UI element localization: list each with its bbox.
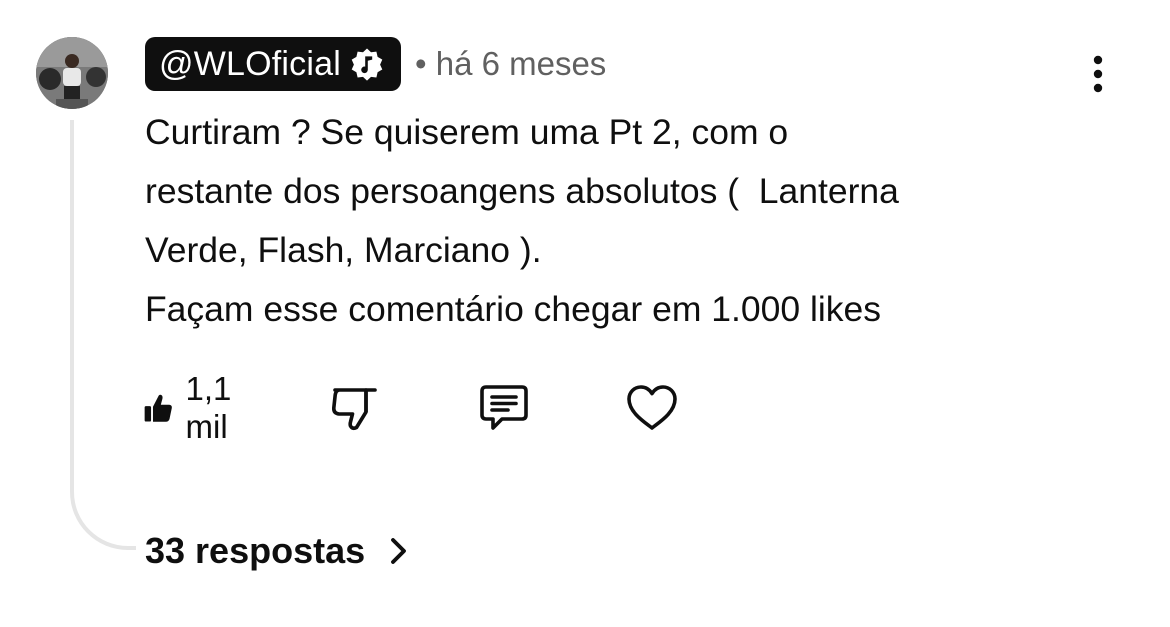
like-button[interactable]: 1,1 mil <box>144 370 248 445</box>
music-note-verified-icon <box>351 48 383 81</box>
replies-label: 33 respostas <box>145 530 366 571</box>
author-name: @WLOficial <box>159 45 341 83</box>
chevron-right-icon <box>391 538 407 564</box>
comment-text: Curtiram ? Se quiserem uma Pt 2, com o r… <box>145 103 1125 339</box>
avatar[interactable] <box>36 37 108 109</box>
comment-icon <box>480 385 528 430</box>
like-count: 1,1 mil <box>185 370 232 445</box>
comment-line: restante dos persoangens absolutos ( Lan… <box>145 171 899 211</box>
comment-line: Verde, Flash, Marciano ). <box>145 230 542 270</box>
more-vert-icon[interactable] <box>1082 54 1112 98</box>
author-chip[interactable]: @WLOficial <box>145 37 401 91</box>
reply-thread-line <box>70 120 136 550</box>
time-label: há 6 meses <box>435 45 607 82</box>
meta-separator: • <box>414 45 427 82</box>
heart-button[interactable] <box>625 378 679 438</box>
dislike-button[interactable] <box>330 378 380 438</box>
comment-header: @WLOficial • há 6 meses <box>145 37 606 91</box>
thumbs-up-filled-icon <box>144 394 172 422</box>
comment-line: Façam esse comentário chegar em 1.000 li… <box>145 289 881 329</box>
replies-button[interactable]: 33 respostas <box>145 528 413 574</box>
comment-time: • há 6 meses <box>415 45 606 83</box>
thumbs-down-outline-icon <box>331 388 377 431</box>
avatar-image <box>36 37 108 109</box>
heart-outline-icon <box>627 385 677 430</box>
comment-line: Curtiram ? Se quiserem uma Pt 2, com o <box>145 112 789 152</box>
reply-button[interactable] <box>478 378 530 438</box>
